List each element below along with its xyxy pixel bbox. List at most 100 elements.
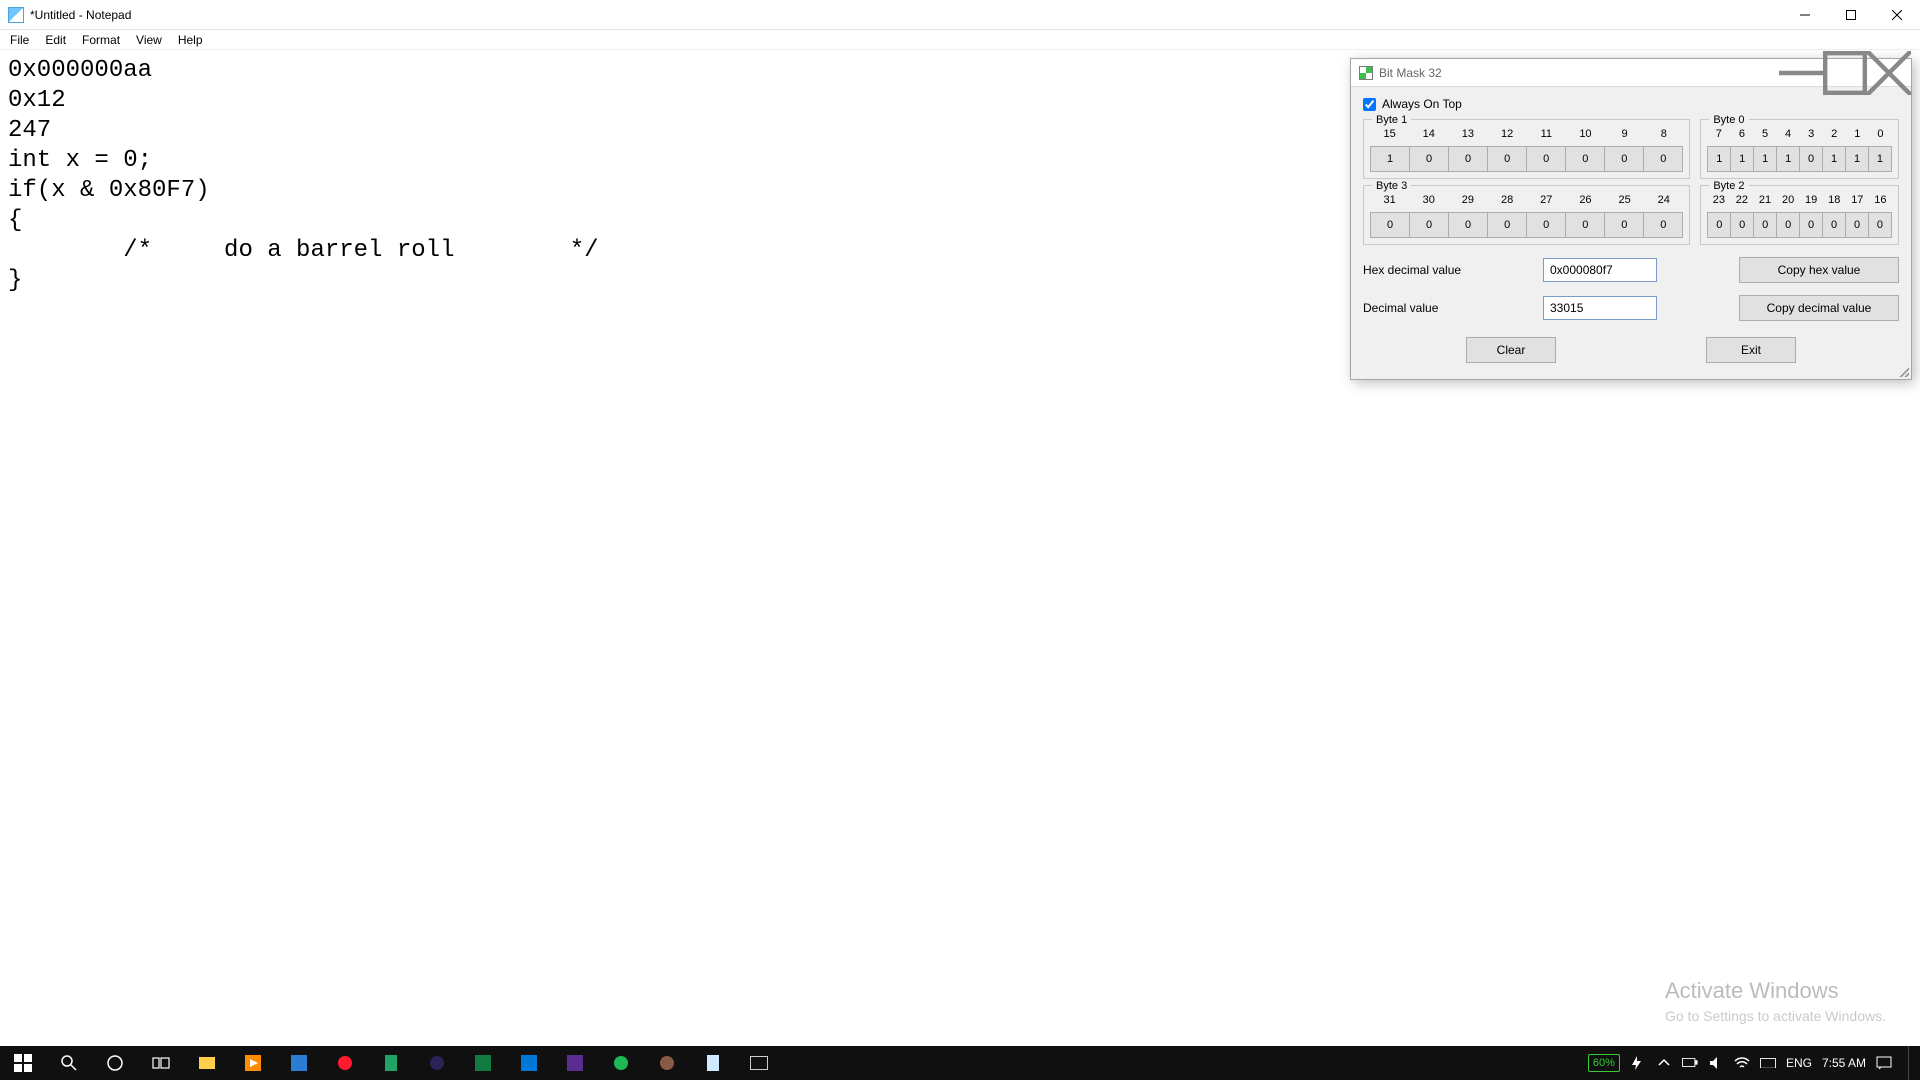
copy-hex-button[interactable]: Copy hex value — [1739, 257, 1899, 283]
byte1-bit-14[interactable]: 0 — [1409, 146, 1449, 172]
byte0-bit-2[interactable]: 1 — [1822, 146, 1846, 172]
byte3-bit-31[interactable]: 0 — [1370, 212, 1410, 238]
volume-icon[interactable] — [1708, 1055, 1724, 1071]
wifi-icon[interactable] — [1734, 1055, 1750, 1071]
byte1-bit-9[interactable]: 0 — [1604, 146, 1644, 172]
byte1-bit-10[interactable]: 0 — [1565, 146, 1605, 172]
byte3-bit-26[interactable]: 0 — [1565, 212, 1605, 238]
byte2-bit-22[interactable]: 0 — [1730, 212, 1754, 238]
byte3-bit-25[interactable]: 0 — [1604, 212, 1644, 238]
always-on-top-checkbox[interactable] — [1363, 98, 1376, 111]
byte1-bit-12[interactable]: 0 — [1487, 146, 1527, 172]
close-button[interactable] — [1874, 0, 1920, 30]
byte1-bit-label-8: 8 — [1644, 128, 1683, 140]
byte0-bit-4[interactable]: 1 — [1776, 146, 1800, 172]
byte1-bit-11[interactable]: 0 — [1526, 146, 1566, 172]
byte3-title: Byte 3 — [1372, 180, 1411, 192]
menu-file[interactable]: File — [2, 31, 37, 49]
taskbar-app-bitmask[interactable] — [736, 1046, 782, 1080]
taskbar-app-vs[interactable] — [552, 1046, 598, 1080]
taskbar-app-media[interactable] — [230, 1046, 276, 1080]
menu-help[interactable]: Help — [170, 31, 211, 49]
byte2-bit-label-21: 21 — [1753, 194, 1776, 206]
taskbar-app-notepad[interactable] — [690, 1046, 736, 1080]
byte2-bit-label-22: 22 — [1730, 194, 1753, 206]
cortana-icon[interactable] — [92, 1046, 138, 1080]
taskbar-app-explorer[interactable] — [184, 1046, 230, 1080]
byte3-bit-label-29: 29 — [1448, 194, 1487, 206]
byte3-bit-30[interactable]: 0 — [1409, 212, 1449, 238]
byte1-bit-13[interactable]: 0 — [1448, 146, 1488, 172]
byte2-bit-17[interactable]: 0 — [1845, 212, 1869, 238]
byte0-bit-1[interactable]: 1 — [1845, 146, 1869, 172]
byte0-bit-label-3: 3 — [1800, 128, 1823, 140]
taskbar-app-photos[interactable] — [276, 1046, 322, 1080]
byte0-bit-0[interactable]: 1 — [1868, 146, 1892, 172]
show-desktop-button[interactable] — [1908, 1046, 1914, 1080]
taskbar-app-excel[interactable] — [460, 1046, 506, 1080]
search-icon[interactable] — [46, 1046, 92, 1080]
bitmask-window: Bit Mask 32 Always On Top Byte 1 1514131… — [1350, 58, 1912, 380]
taskbar-app-spotify[interactable] — [598, 1046, 644, 1080]
byte3-group: Byte 3 3130292827262524 00000000 — [1363, 185, 1690, 245]
bitmask-minimize-button[interactable] — [1779, 59, 1823, 87]
minimize-button[interactable] — [1782, 0, 1828, 30]
byte1-bit-15[interactable]: 1 — [1370, 146, 1410, 172]
maximize-button[interactable] — [1828, 0, 1874, 30]
byte1-bit-8[interactable]: 0 — [1643, 146, 1683, 172]
language-indicator[interactable]: ENG — [1786, 1056, 1812, 1070]
taskbar-app-opera[interactable] — [322, 1046, 368, 1080]
clock[interactable]: 7:55 AM — [1822, 1056, 1866, 1070]
byte2-bit-20[interactable]: 0 — [1776, 212, 1800, 238]
byte3-bit-label-27: 27 — [1527, 194, 1566, 206]
byte2-bit-16[interactable]: 0 — [1868, 212, 1892, 238]
taskbar-app-gimp[interactable] — [644, 1046, 690, 1080]
byte2-bit-19[interactable]: 0 — [1799, 212, 1823, 238]
exit-button[interactable]: Exit — [1706, 337, 1796, 363]
byte0-bit-3[interactable]: 0 — [1799, 146, 1823, 172]
dec-input[interactable] — [1543, 296, 1657, 320]
task-view-icon[interactable] — [138, 1046, 184, 1080]
taskbar-app-vscode[interactable] — [506, 1046, 552, 1080]
menu-view[interactable]: View — [128, 31, 170, 49]
byte2-bit-21[interactable]: 0 — [1753, 212, 1777, 238]
menu-format[interactable]: Format — [74, 31, 128, 49]
byte2-bit-23[interactable]: 0 — [1707, 212, 1731, 238]
byte0-bit-5[interactable]: 1 — [1753, 146, 1777, 172]
byte0-bit-7[interactable]: 1 — [1707, 146, 1731, 172]
clear-button[interactable]: Clear — [1466, 337, 1556, 363]
power-icon[interactable] — [1630, 1055, 1646, 1071]
bitmask-titlebar[interactable]: Bit Mask 32 — [1351, 59, 1911, 87]
bitmask-close-button[interactable] — [1867, 59, 1911, 87]
byte2-bit-label-20: 20 — [1777, 194, 1800, 206]
menu-edit[interactable]: Edit — [37, 31, 74, 49]
byte0-bit-label-5: 5 — [1753, 128, 1776, 140]
byte3-bit-28[interactable]: 0 — [1487, 212, 1527, 238]
hex-input[interactable] — [1543, 258, 1657, 282]
battery-icon[interactable] — [1682, 1055, 1698, 1071]
byte0-bit-6[interactable]: 1 — [1730, 146, 1754, 172]
watermark-title: Activate Windows — [1665, 978, 1886, 1004]
byte0-bit-label-1: 1 — [1846, 128, 1869, 140]
copy-dec-button[interactable]: Copy decimal value — [1739, 295, 1899, 321]
activation-watermark: Activate Windows Go to Settings to activ… — [1665, 978, 1886, 1024]
byte0-bit-label-2: 2 — [1823, 128, 1846, 140]
byte2-bit-label-16: 16 — [1869, 194, 1892, 206]
byte2-bit-18[interactable]: 0 — [1822, 212, 1846, 238]
byte3-bit-24[interactable]: 0 — [1643, 212, 1683, 238]
keyboard-icon[interactable] — [1760, 1055, 1776, 1071]
bitmask-maximize-button[interactable] — [1823, 59, 1867, 87]
byte2-bit-label-19: 19 — [1800, 194, 1823, 206]
byte3-bit-27[interactable]: 0 — [1526, 212, 1566, 238]
byte3-bit-29[interactable]: 0 — [1448, 212, 1488, 238]
start-button[interactable] — [0, 1046, 46, 1080]
resize-grip[interactable] — [1897, 365, 1909, 377]
taskbar-app-sheets[interactable] — [368, 1046, 414, 1080]
action-center-icon[interactable] — [1876, 1055, 1892, 1071]
tray-chevron-up-icon[interactable] — [1656, 1055, 1672, 1071]
byte1-title: Byte 1 — [1372, 114, 1411, 126]
bitmask-app-icon — [1359, 66, 1373, 80]
taskbar-app-eclipse[interactable] — [414, 1046, 460, 1080]
battery-indicator[interactable]: 60% — [1588, 1054, 1620, 1072]
byte2-bit-label-17: 17 — [1846, 194, 1869, 206]
